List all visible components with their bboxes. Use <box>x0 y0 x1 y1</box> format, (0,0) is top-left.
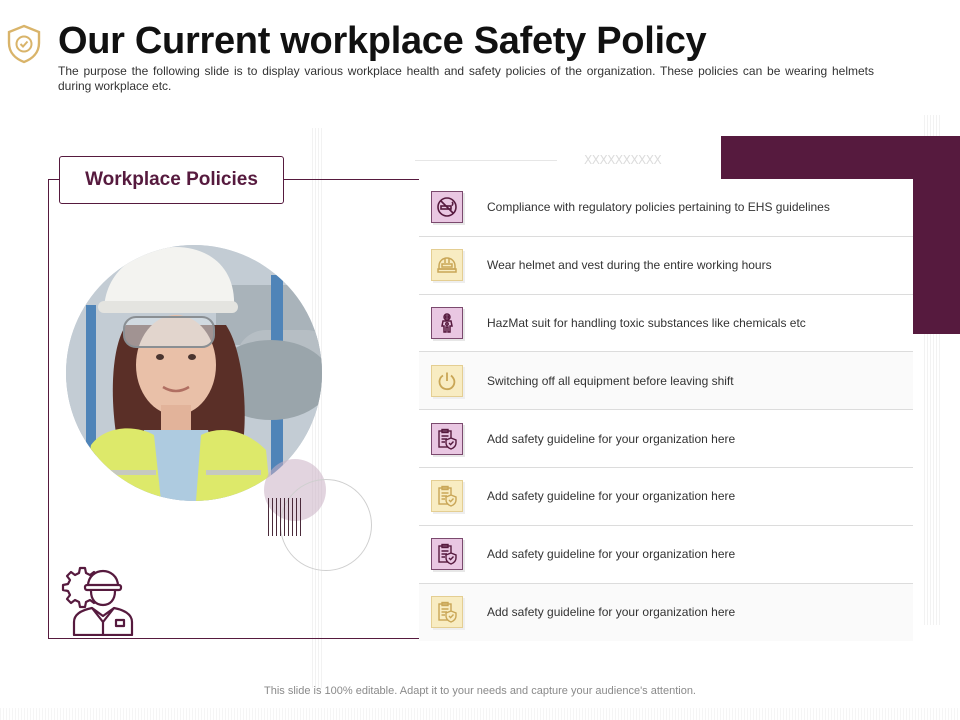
policy-text: Compliance with regulatory policies pert… <box>487 200 830 215</box>
shield-check-icon <box>6 24 42 64</box>
policy-text: Wear helmet and vest during the entire w… <box>487 258 772 273</box>
policy-text: HazMat suit for handling toxic substance… <box>487 315 806 330</box>
policy-text: Add safety guideline for your organizati… <box>487 605 736 620</box>
policy-row: Wear helmet and vest during the entire w… <box>419 236 913 295</box>
no-smoking-icon <box>431 191 463 224</box>
workplace-policies-badge: Workplace Policies <box>59 156 284 204</box>
hazmat-suit-icon <box>431 306 463 339</box>
worker-gear-icon <box>58 558 134 637</box>
clipboard-shield-icon <box>431 538 463 571</box>
policy-list: Compliance with regulatory policies pert… <box>419 179 913 642</box>
clipboard-shield-icon <box>431 596 463 629</box>
decor-bottom-band <box>0 708 960 720</box>
policy-row: Add safety guideline for your organizati… <box>419 583 913 642</box>
policy-row: Switching off all equipment before leavi… <box>419 352 913 411</box>
policy-text: Add safety guideline for your organizati… <box>487 547 736 562</box>
policy-row: Compliance with regulatory policies pert… <box>419 179 913 237</box>
clipboard-shield-icon <box>431 422 463 455</box>
policy-text: Add safety guideline for your organizati… <box>487 431 736 446</box>
policy-row: Add safety guideline for your organizati… <box>419 467 913 526</box>
page-title: Our Current workplace Safety Policy <box>58 20 707 62</box>
helmet-icon <box>431 249 463 282</box>
footer-note: This slide is 100% editable. Adapt it to… <box>264 685 696 697</box>
decor-barcode-lines <box>268 498 302 536</box>
page-subtitle: The purpose the following slide is to di… <box>58 64 874 93</box>
power-icon <box>431 364 463 397</box>
policy-text: Switching off all equipment before leavi… <box>487 373 734 388</box>
decor-x-pattern: XXXXXXXXXX <box>584 153 662 167</box>
clipboard-shield-icon <box>431 480 463 513</box>
policy-row: Add safety guideline for your organizati… <box>419 410 913 468</box>
policy-row: HazMat suit for handling toxic substance… <box>419 294 913 353</box>
policy-text: Add safety guideline for your organizati… <box>487 489 736 504</box>
policy-row: Add safety guideline for your organizati… <box>419 525 913 584</box>
decor-horizontal-line <box>415 160 557 161</box>
